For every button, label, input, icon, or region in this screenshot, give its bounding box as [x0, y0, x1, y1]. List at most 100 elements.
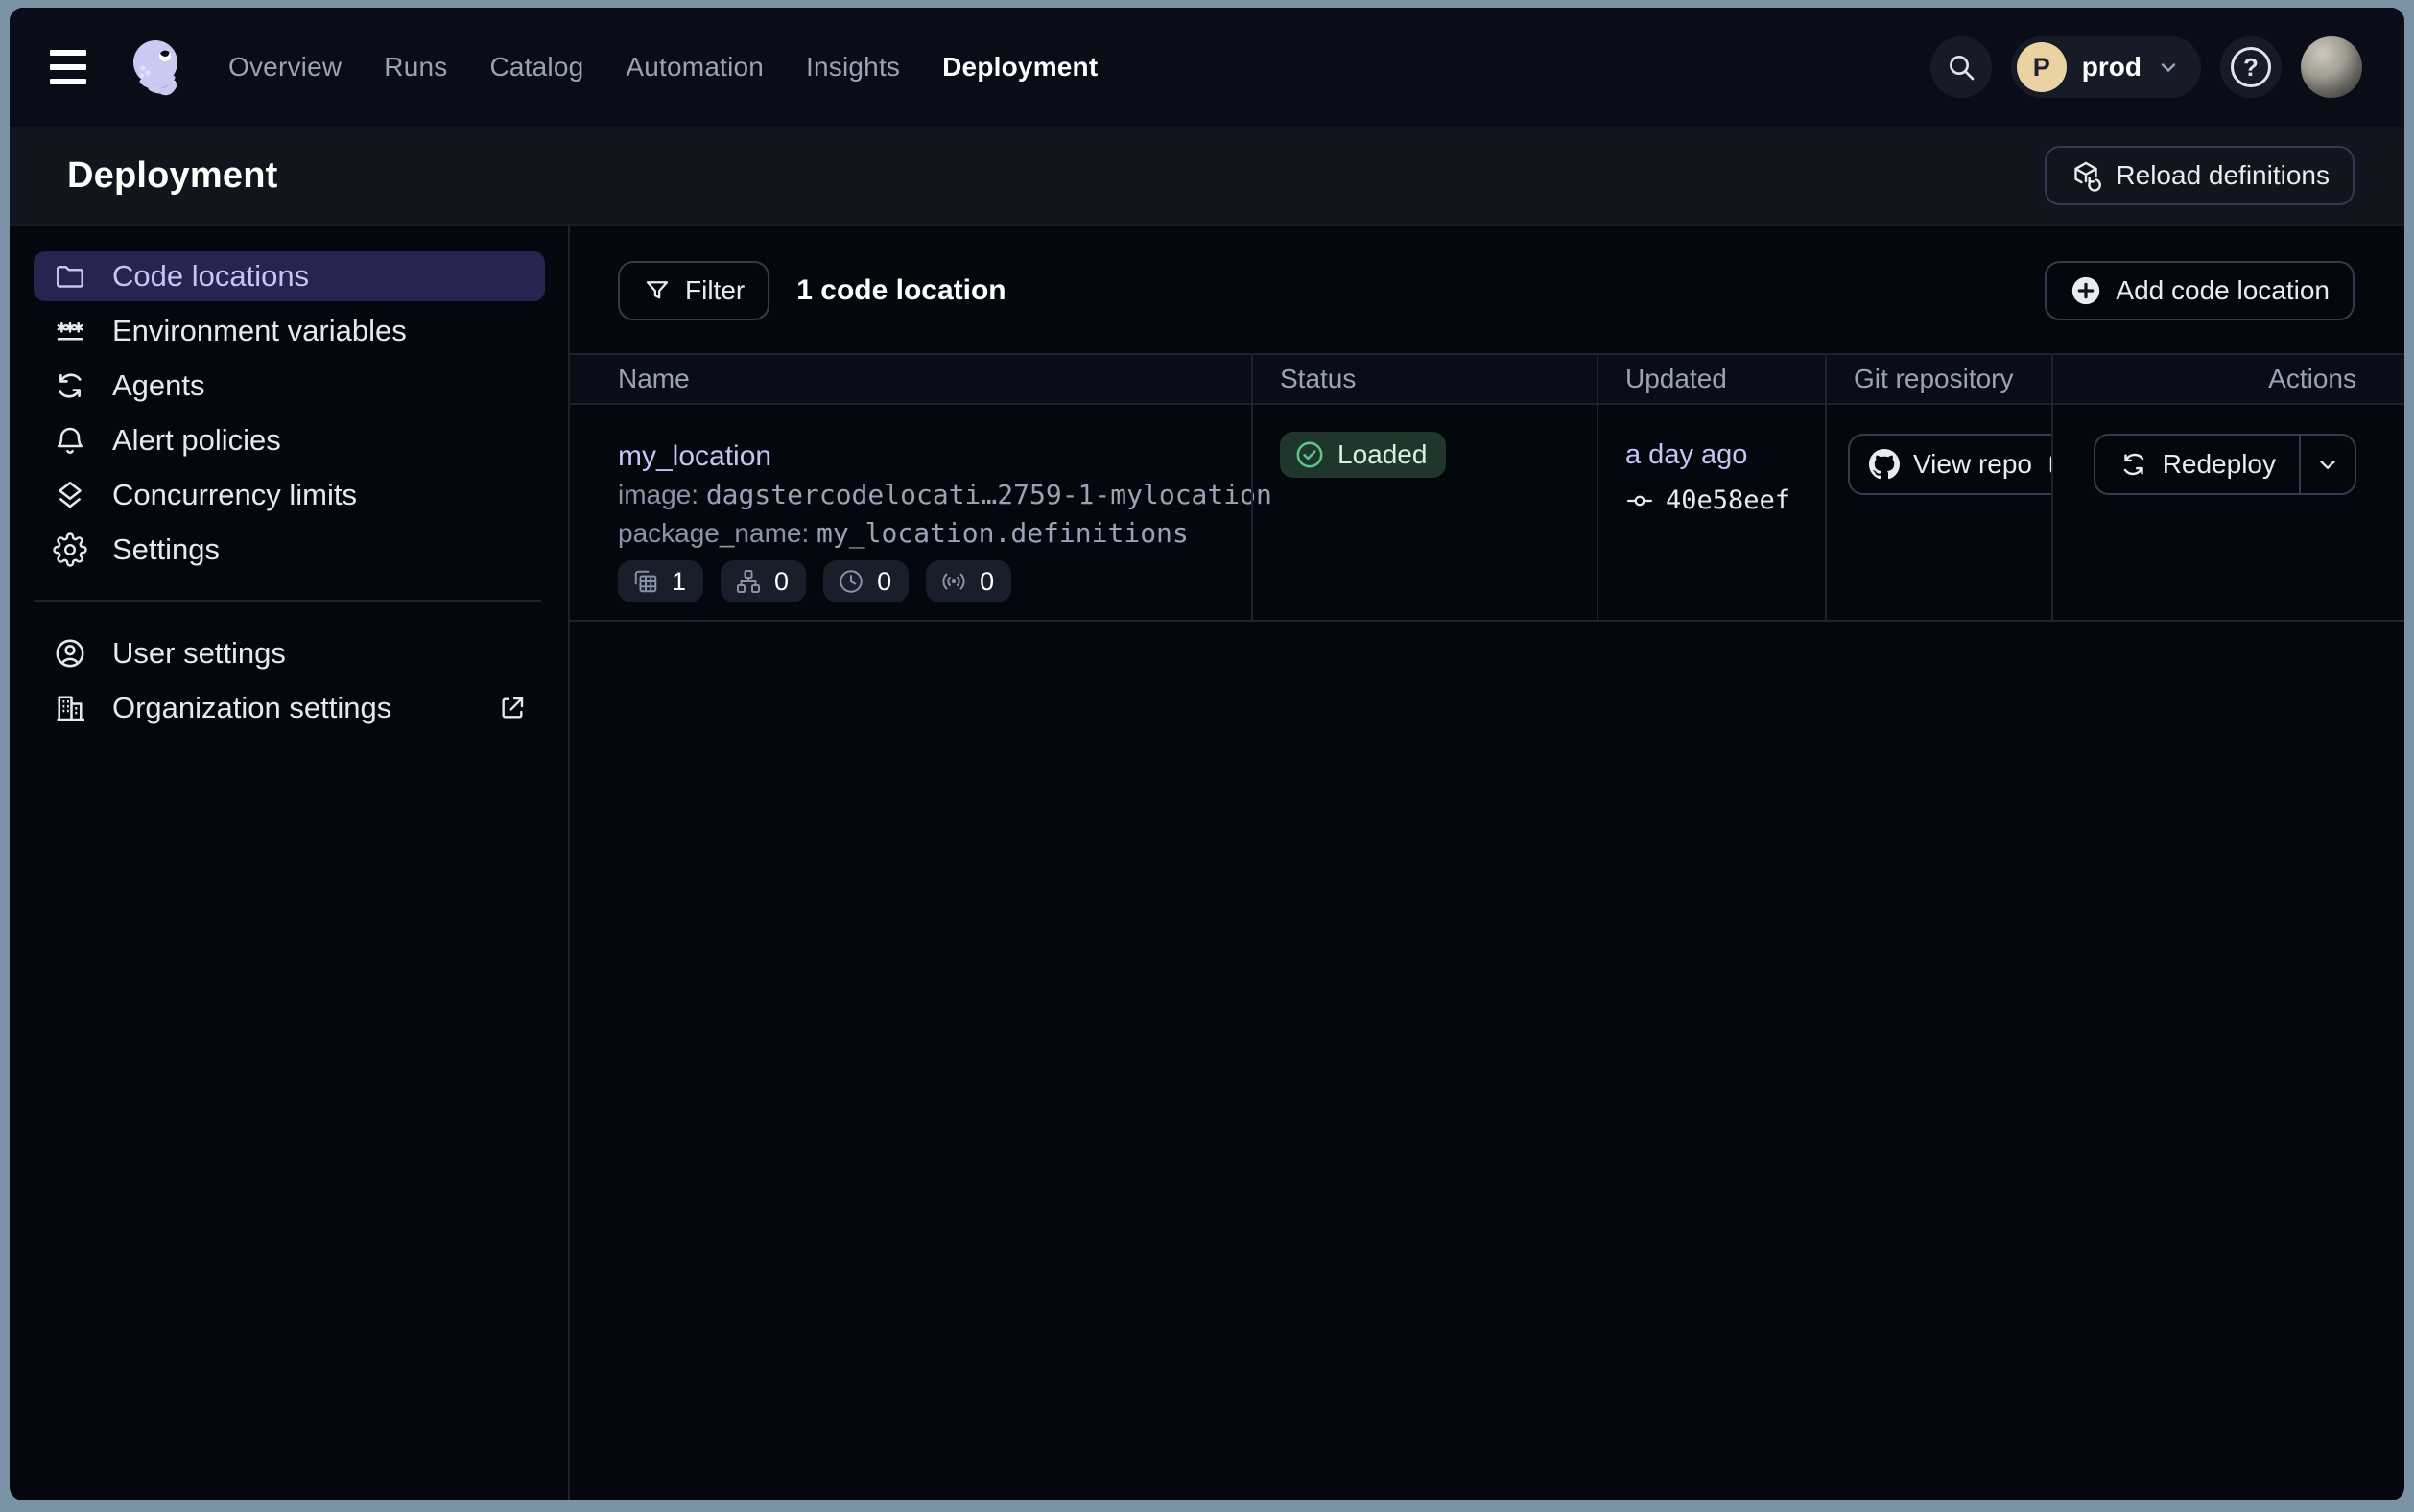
package-label: package_name:: [618, 518, 809, 548]
nav-catalog[interactable]: Catalog: [489, 52, 583, 83]
column-header-git-repository: Git repository: [1825, 355, 2051, 403]
cell-git-repository: View repo: [1825, 405, 2051, 620]
view-repo-button[interactable]: View repo: [1848, 434, 2051, 495]
image-label: image:: [618, 480, 698, 509]
user-circle-icon: [53, 636, 87, 671]
app-window: Overview Runs Catalog Automation Insight…: [10, 8, 2404, 1500]
check-circle-icon: [1293, 438, 1326, 471]
deployment-sidebar: Code locations Environment variables: [10, 226, 570, 1500]
question-icon: ?: [2231, 47, 2271, 87]
cell-actions: Redeploy: [2051, 405, 2404, 620]
assets-count-badge[interactable]: 1: [618, 560, 703, 602]
sidebar-item-label: Concurrency limits: [112, 478, 357, 512]
sidebar-item-label: Settings: [112, 532, 220, 567]
reload-definitions-label: Reload definitions: [2116, 160, 2330, 191]
filter-button[interactable]: Filter: [618, 261, 769, 320]
deployment-initial-badge: P: [2017, 42, 2067, 92]
redeploy-menu-button[interactable]: [2299, 436, 2355, 493]
code-location-count: 1 code location: [796, 274, 1006, 307]
dagster-logo-icon[interactable]: [127, 36, 188, 98]
package-meta: package_name: my_location.definitions: [618, 514, 1251, 553]
sidebar-item-code-locations[interactable]: Code locations: [34, 251, 545, 301]
search-button[interactable]: [1930, 36, 1992, 98]
updated-time-link[interactable]: a day ago: [1625, 437, 1747, 472]
sensors-count: 0: [980, 567, 994, 597]
nav-runs[interactable]: Runs: [384, 52, 447, 83]
column-header-status: Status: [1251, 355, 1597, 403]
sidebar-item-label: User settings: [112, 636, 286, 671]
commit-hash: 40e58eef: [1666, 485, 1790, 515]
view-repo-label: View repo: [1913, 449, 2032, 480]
column-header-name: Name: [570, 355, 1251, 403]
building-icon: [53, 691, 87, 725]
redeploy-label: Redeploy: [2163, 449, 2276, 480]
filter-label: Filter: [685, 275, 745, 306]
env-vars-icon: [53, 314, 87, 348]
sidebar-item-label: Organization settings: [112, 691, 391, 725]
schedules-count: 0: [877, 567, 891, 597]
sidebar-item-organization-settings[interactable]: Organization settings: [34, 683, 545, 733]
definition-count-badges: 1: [618, 560, 1251, 602]
nav-deployment[interactable]: Deployment: [942, 52, 1098, 83]
package-value: my_location.definitions: [816, 517, 1189, 549]
github-icon: [1869, 449, 1900, 480]
sidebar-item-agents[interactable]: Agents: [34, 361, 545, 411]
git-commit-icon: [1625, 486, 1654, 515]
folder-icon: [53, 259, 87, 294]
jobs-count: 0: [774, 567, 789, 597]
sync-icon: [53, 368, 87, 403]
page-title: Deployment: [67, 155, 277, 197]
user-avatar[interactable]: [2301, 36, 2362, 98]
layers-icon: [53, 478, 87, 512]
redeploy-split-button: Redeploy: [2094, 434, 2356, 495]
deployment-name: prod: [2082, 52, 2142, 83]
primary-nav: Overview Runs Catalog Automation Insight…: [228, 52, 1098, 83]
nav-overview[interactable]: Overview: [228, 52, 342, 83]
plus-circle-icon: [2070, 274, 2102, 307]
deployment-switcher[interactable]: P prod: [2011, 36, 2201, 98]
code-locations-table: Name Status Updated Git repository Actio…: [570, 353, 2404, 622]
chevron-down-icon: [2315, 452, 2340, 477]
image-value: dagstercodelocati…2759-1-mylocation: [706, 479, 1272, 510]
sidebar-item-environment-variables[interactable]: Environment variables: [34, 306, 545, 356]
sidebar-item-label: Environment variables: [112, 314, 407, 348]
redeploy-button[interactable]: Redeploy: [2095, 436, 2299, 493]
reload-definitions-button[interactable]: Reload definitions: [2045, 146, 2355, 205]
menu-hamburger-icon[interactable]: [44, 38, 102, 96]
code-location-link[interactable]: my_location: [618, 437, 771, 476]
sync-icon: [2118, 449, 2149, 480]
jobs-icon: [734, 567, 763, 596]
bell-icon: [53, 423, 87, 458]
nav-automation[interactable]: Automation: [626, 52, 764, 83]
cell-name: my_location image: dagstercodelocati…275…: [570, 405, 1251, 620]
sidebar-item-label: Agents: [112, 368, 205, 403]
assets-count: 1: [672, 567, 686, 597]
image-meta: image: dagstercodelocati…2759-1-mylocati…: [618, 476, 1251, 514]
schedules-count-badge[interactable]: 0: [823, 560, 909, 602]
column-header-actions: Actions: [2051, 355, 2404, 403]
sidebar-item-concurrency-limits[interactable]: Concurrency limits: [34, 470, 545, 520]
sensors-count-badge[interactable]: 0: [926, 560, 1011, 602]
status-badge: Loaded: [1280, 432, 1446, 478]
sidebar-item-user-settings[interactable]: User settings: [34, 628, 545, 678]
page-header: Deployment Reload definitions: [10, 127, 2404, 226]
sidebar-divider: [34, 600, 541, 602]
filter-row: Filter 1 code location Add code location: [618, 261, 2355, 320]
help-button[interactable]: ?: [2220, 36, 2282, 98]
jobs-count-badge[interactable]: 0: [721, 560, 806, 602]
commit-line: 40e58eef: [1625, 485, 1825, 515]
search-icon: [1946, 52, 1976, 83]
add-code-location-button[interactable]: Add code location: [2045, 261, 2355, 320]
gear-icon: [53, 532, 87, 567]
nav-insights[interactable]: Insights: [806, 52, 900, 83]
chevron-down-icon: [2157, 56, 2180, 79]
table-row: my_location image: dagstercodelocati…275…: [570, 405, 2404, 622]
code-locations-panel: Filter 1 code location Add code location…: [570, 226, 2404, 1500]
external-link-icon: [497, 693, 528, 723]
sidebar-item-settings[interactable]: Settings: [34, 525, 545, 575]
sidebar-item-label: Alert policies: [112, 423, 281, 458]
funnel-icon: [643, 276, 672, 305]
sidebar-item-alert-policies[interactable]: Alert policies: [34, 415, 545, 465]
table-header: Name Status Updated Git repository Actio…: [570, 353, 2404, 405]
sidebar-item-label: Code locations: [112, 259, 309, 294]
